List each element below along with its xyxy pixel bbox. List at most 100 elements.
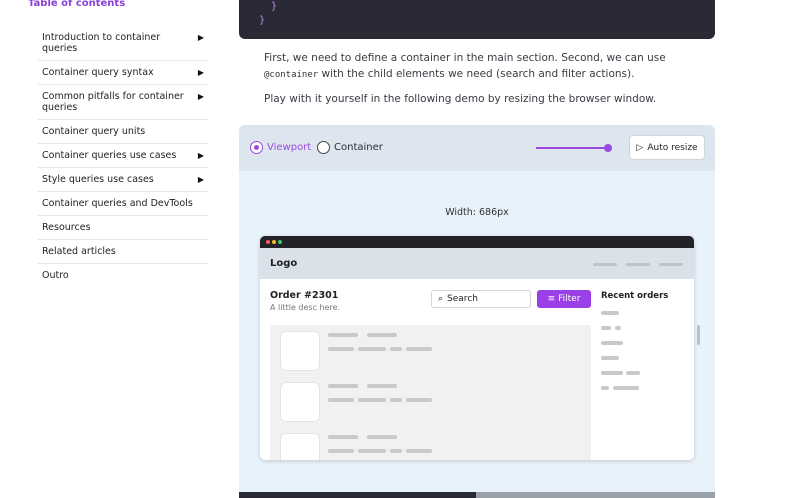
skeleton-line [406, 449, 432, 453]
skeleton-line [328, 347, 354, 351]
skeleton-line [390, 398, 402, 402]
toc-item[interactable]: Container queries and DevTools [38, 192, 208, 216]
toc-item[interactable]: Outro [38, 264, 208, 287]
toc-item-label: Container queries use cases [42, 150, 177, 161]
filter-icon: ≡ [547, 294, 556, 304]
toc-item-label: Outro [42, 270, 69, 281]
filter-button[interactable]: ≡ Filter [537, 290, 591, 308]
recent-orders-title: Recent orders [601, 291, 669, 301]
width-readout: Width: 686px [445, 207, 509, 218]
paragraph-text: First, we need to define a container in … [264, 52, 666, 64]
radio-viewport[interactable]: Viewport [250, 141, 311, 154]
search-input[interactable]: ⌕ Search [431, 290, 531, 308]
filter-label: Filter [558, 294, 581, 304]
toc-item-label: Resources [42, 222, 91, 233]
nav-placeholder [659, 263, 683, 266]
toc-item[interactable]: Common pitfalls for container queries ▶ [38, 85, 208, 120]
nav-placeholder [593, 263, 617, 266]
skeleton-line [328, 333, 358, 337]
skeleton-line [390, 347, 402, 351]
expand-caret-icon[interactable]: ▶ [198, 67, 204, 78]
skeleton-line [328, 384, 358, 388]
browser-mockup: Logo Order #2301 A little desc here. ⌕ S… [260, 236, 694, 460]
width-slider[interactable] [536, 144, 613, 152]
skeleton-line [601, 356, 619, 360]
item-thumbnail [280, 331, 320, 371]
expand-caret-icon[interactable]: ▶ [198, 32, 204, 43]
auto-resize-button[interactable]: ▷ Auto resize [629, 135, 705, 160]
toc-item-label: Container queries and DevTools [42, 198, 193, 209]
skeleton-line [390, 449, 402, 453]
skeleton-line [626, 371, 640, 375]
toc-item-label: Container query units [42, 126, 146, 137]
skeleton-line [601, 341, 623, 345]
radio-viewport-label: Viewport [267, 142, 312, 153]
inline-code: @container [264, 70, 319, 80]
skeleton-line [367, 333, 397, 337]
site-logo: Logo [270, 258, 298, 269]
resize-handle[interactable] [697, 325, 700, 345]
skeleton-line [367, 435, 397, 439]
radio-unselected-icon [317, 141, 330, 154]
toc-item[interactable]: Container queries use cases ▶ [38, 144, 208, 168]
paragraph: First, we need to define a container in … [264, 50, 704, 83]
slider-fill [536, 147, 609, 149]
window-maximize-dot [278, 240, 282, 244]
play-icon: ▷ [636, 142, 644, 153]
skeleton-line [613, 386, 639, 390]
skeleton-line [406, 347, 432, 351]
code-block: } } [239, 0, 715, 39]
expand-caret-icon[interactable]: ▶ [198, 91, 204, 102]
skeleton-line [615, 326, 621, 330]
toc-item-label: Introduction to container queries [42, 32, 161, 54]
toc-item[interactable]: Related articles [38, 240, 208, 264]
skeleton-line [367, 384, 397, 388]
toc-item-label: Style queries use cases [42, 174, 154, 185]
paragraph: Play with it yourself in the following d… [264, 93, 657, 105]
code-line: } [259, 15, 266, 26]
toc-item-label: Related articles [42, 246, 116, 257]
skeleton-line [328, 435, 358, 439]
browser-chrome [260, 236, 694, 248]
toc-item-label: Common pitfalls for container queries [42, 91, 184, 113]
paragraph-text: with the child elements we need (search … [318, 68, 635, 80]
code-line: } [259, 1, 278, 12]
item-thumbnail [280, 382, 320, 422]
window-close-dot [266, 240, 270, 244]
toc-item[interactable]: Container query syntax ▶ [38, 61, 208, 85]
article-body: First, we need to define a container in … [264, 50, 704, 115]
search-icon: ⌕ [438, 294, 444, 304]
auto-resize-label: Auto resize [647, 142, 698, 153]
demo-footer-segment [476, 492, 715, 498]
expand-caret-icon[interactable]: ▶ [198, 174, 204, 185]
skeleton-line [406, 398, 432, 402]
toc-item[interactable]: Introduction to container queries ▶ [38, 26, 208, 61]
skeleton-line [601, 386, 609, 390]
toc-item-label: Container query syntax [42, 67, 154, 78]
order-list [270, 325, 591, 460]
radio-container[interactable]: Container [317, 141, 383, 154]
order-title: Order #2301 [270, 290, 339, 301]
skeleton-line [358, 347, 386, 351]
toc-title: Table of contents [28, 0, 126, 9]
item-thumbnail [280, 433, 320, 460]
toc-item[interactable]: Container query units [38, 120, 208, 144]
skeleton-line [358, 449, 386, 453]
container-query-demo: Viewport Container ▷ Auto resize Width: … [239, 125, 715, 498]
radio-container-label: Container [334, 142, 383, 153]
skeleton-line [601, 371, 623, 375]
toc-item[interactable]: Resources [38, 216, 208, 240]
toc-item[interactable]: Style queries use cases ▶ [38, 168, 208, 192]
radio-selected-icon [250, 141, 263, 154]
demo-toolbar: Viewport Container ▷ Auto resize [239, 125, 715, 171]
demo-footer-bar [239, 492, 715, 498]
slider-thumb[interactable] [604, 144, 613, 152]
order-description: A little desc here. [270, 303, 341, 312]
skeleton-line [601, 326, 611, 330]
search-label: Search [447, 294, 478, 304]
skeleton-line [328, 398, 354, 402]
site-header: Logo [260, 248, 694, 279]
expand-caret-icon[interactable]: ▶ [198, 150, 204, 161]
nav-placeholder [626, 263, 650, 266]
skeleton-line [328, 449, 354, 453]
